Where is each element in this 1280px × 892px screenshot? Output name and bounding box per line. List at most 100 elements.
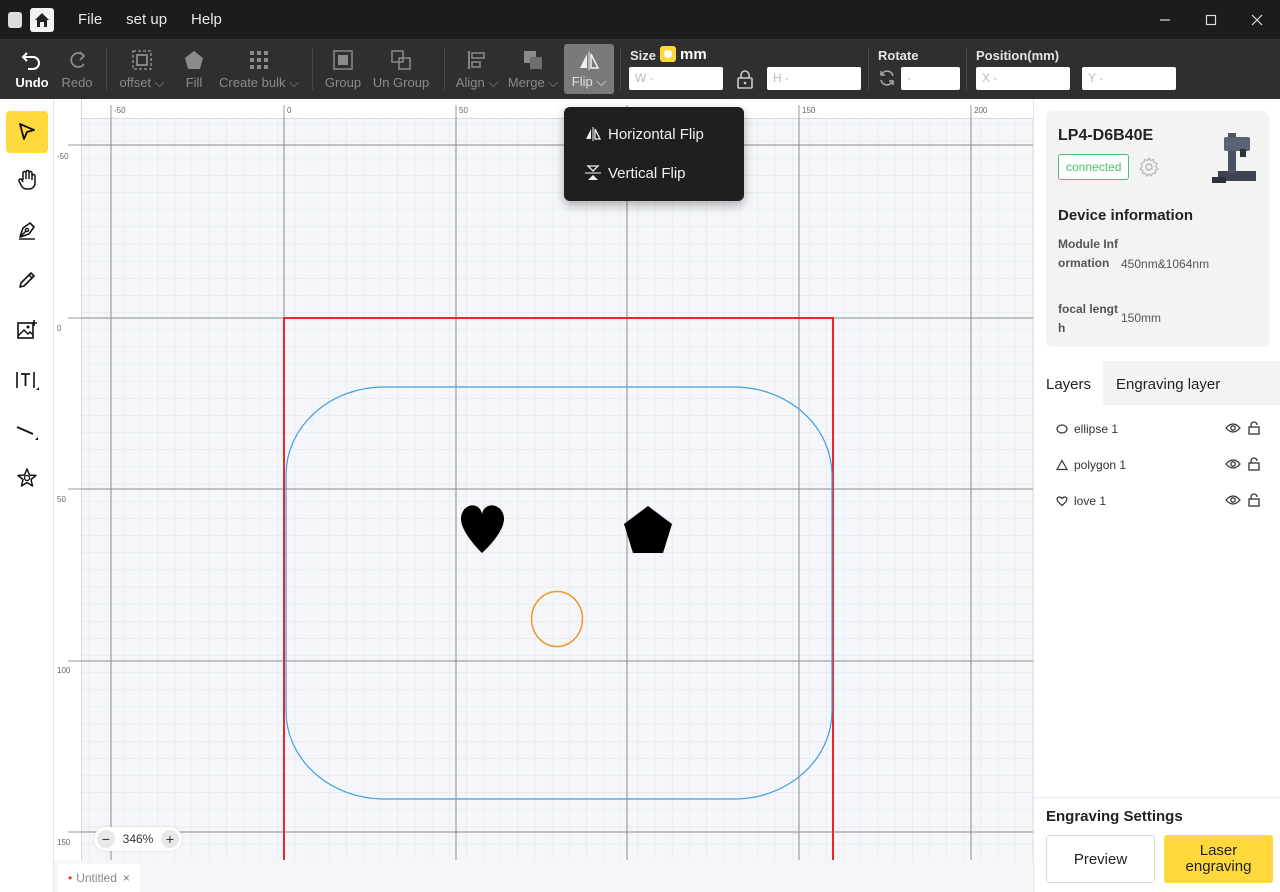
focal-length-value: 150mm xyxy=(1121,311,1162,325)
laser-engraving-button[interactable]: Laser engraving xyxy=(1164,835,1273,883)
flip-dropdown-menu: Horizontal Flip Vertical Flip xyxy=(564,107,744,201)
create-bulk-button[interactable]: Create bulk ⌵ xyxy=(218,39,300,99)
document-tab-label: Untitled xyxy=(76,871,117,885)
zoom-out-button[interactable]: − xyxy=(97,830,115,848)
fill-button[interactable]: Fill xyxy=(176,39,212,99)
line-icon xyxy=(16,426,38,440)
module-info-label: Module Information xyxy=(1058,237,1118,270)
image-tool[interactable] xyxy=(6,309,48,351)
design-canvas[interactable] xyxy=(54,99,1033,860)
maximize-button[interactable] xyxy=(1188,0,1234,39)
tab-engraving-layer[interactable]: Engraving layer xyxy=(1104,361,1232,405)
x-position-input[interactable]: X - xyxy=(976,67,1070,90)
menu-help[interactable]: Help xyxy=(191,11,222,28)
layer-item[interactable]: love 1 xyxy=(1056,491,1261,511)
close-tab-button[interactable]: × xyxy=(123,871,130,885)
ruler-left-ticks xyxy=(68,144,82,833)
select-tool[interactable] xyxy=(6,111,48,153)
toggle-dot-icon xyxy=(664,50,672,58)
device-name: LP4-D6B40E xyxy=(1058,127,1154,144)
undo-icon xyxy=(21,52,40,70)
height-input[interactable]: H - xyxy=(767,67,861,90)
lock-icon xyxy=(737,70,753,89)
pencil-icon xyxy=(19,272,35,288)
toolbar-divider xyxy=(312,48,313,90)
heart-icon xyxy=(1056,495,1070,507)
hand-icon xyxy=(18,169,36,190)
close-window-button[interactable] xyxy=(1234,0,1280,39)
shape-tool[interactable] xyxy=(6,457,48,499)
ruler-tick-label: 50 xyxy=(57,495,66,504)
align-button[interactable]: Align ⌵ xyxy=(454,39,500,99)
size-label: Size xyxy=(630,48,657,63)
menu-setup[interactable]: set up xyxy=(126,11,167,28)
tab-layers[interactable]: Layers xyxy=(1034,361,1104,405)
document-tab-untitled[interactable]: • Untitled × xyxy=(58,864,140,892)
rotate-input[interactable]: - xyxy=(901,67,960,90)
ungroup-button[interactable]: Un Group xyxy=(370,39,432,99)
merge-icon xyxy=(524,50,542,69)
layer-item[interactable]: ellipse 1 xyxy=(1056,419,1261,439)
ruler-tick-label: 50 xyxy=(459,106,468,115)
unlock-icon[interactable] xyxy=(1247,493,1261,507)
offset-icon xyxy=(132,49,152,70)
text-tool[interactable] xyxy=(6,359,48,401)
lock-ratio-button[interactable] xyxy=(736,69,754,94)
line-tool[interactable] xyxy=(6,409,48,451)
pentagon-fill-icon xyxy=(185,51,203,69)
eye-icon[interactable] xyxy=(1225,493,1241,507)
preview-button[interactable]: Preview xyxy=(1046,835,1155,883)
ruler-left: -50 0 50 100 150 xyxy=(54,99,82,860)
minimize-icon xyxy=(1160,18,1170,21)
right-panel: LP4-D6B40E connected Device information … xyxy=(1033,99,1280,892)
toolbar-divider xyxy=(106,48,107,90)
size-unit: mm xyxy=(680,46,707,63)
ruler-tick-label: -50 xyxy=(57,152,69,161)
triangle-icon xyxy=(1056,459,1070,471)
minimize-button[interactable] xyxy=(1142,0,1188,39)
position-label: Position(mm) xyxy=(976,48,1060,63)
app-logo-icon xyxy=(8,11,22,28)
zoom-control: − 346% + xyxy=(94,827,182,851)
pan-tool[interactable] xyxy=(6,159,48,201)
eye-icon[interactable] xyxy=(1225,457,1241,471)
close-icon xyxy=(1251,14,1263,25)
flip-button[interactable]: Flip ⌵ xyxy=(564,44,614,94)
offset-button[interactable]: offset ⌵ xyxy=(116,39,168,99)
y-position-input[interactable]: Y - xyxy=(1082,67,1176,90)
layer-item[interactable]: polygon 1 xyxy=(1056,455,1261,475)
canvas-area[interactable]: -50 0 50 100 150 200 -50 0 50 100 150 − … xyxy=(54,99,1033,860)
device-settings-button[interactable] xyxy=(1139,157,1159,182)
ruler-tick-label: 0 xyxy=(287,106,292,115)
home-button[interactable] xyxy=(30,7,54,32)
redo-icon xyxy=(70,51,86,68)
horizontal-flip-item[interactable]: Horizontal Flip xyxy=(584,119,704,149)
connection-status-badge: connected xyxy=(1058,154,1130,180)
pencil-tool[interactable] xyxy=(6,259,48,301)
merge-button[interactable]: Merge ⌵ xyxy=(506,39,560,99)
zoom-in-button[interactable]: + xyxy=(160,830,179,848)
engraving-settings-title: Engraving Settings xyxy=(1046,808,1183,825)
vertical-flip-item[interactable]: Vertical Flip xyxy=(584,158,686,188)
grid-icon xyxy=(250,50,268,69)
align-icon xyxy=(468,50,485,69)
unlock-icon[interactable] xyxy=(1247,421,1261,435)
pen-nib-icon xyxy=(19,222,35,240)
ruler-tick-label: 150 xyxy=(802,106,816,115)
flip-horizontal-icon xyxy=(586,127,602,141)
menu-file[interactable]: File xyxy=(78,11,102,28)
redo-button[interactable]: Redo xyxy=(58,39,96,99)
group-button[interactable]: Group xyxy=(322,39,364,99)
device-card: LP4-D6B40E connected Device information … xyxy=(1046,111,1269,347)
eye-icon[interactable] xyxy=(1225,421,1241,435)
left-toolbar xyxy=(0,99,54,892)
width-input[interactable]: W - xyxy=(629,67,723,90)
pen-tool[interactable] xyxy=(6,209,48,251)
unlock-icon[interactable] xyxy=(1247,457,1261,471)
undo-button[interactable]: Undo xyxy=(12,39,52,99)
layer-name: polygon 1 xyxy=(1074,458,1127,472)
ruler-top: -50 0 50 100 150 200 xyxy=(54,99,1033,119)
add-image-icon xyxy=(17,320,37,339)
layer-name: love 1 xyxy=(1074,494,1107,508)
size-unit-toggle[interactable] xyxy=(660,46,676,62)
